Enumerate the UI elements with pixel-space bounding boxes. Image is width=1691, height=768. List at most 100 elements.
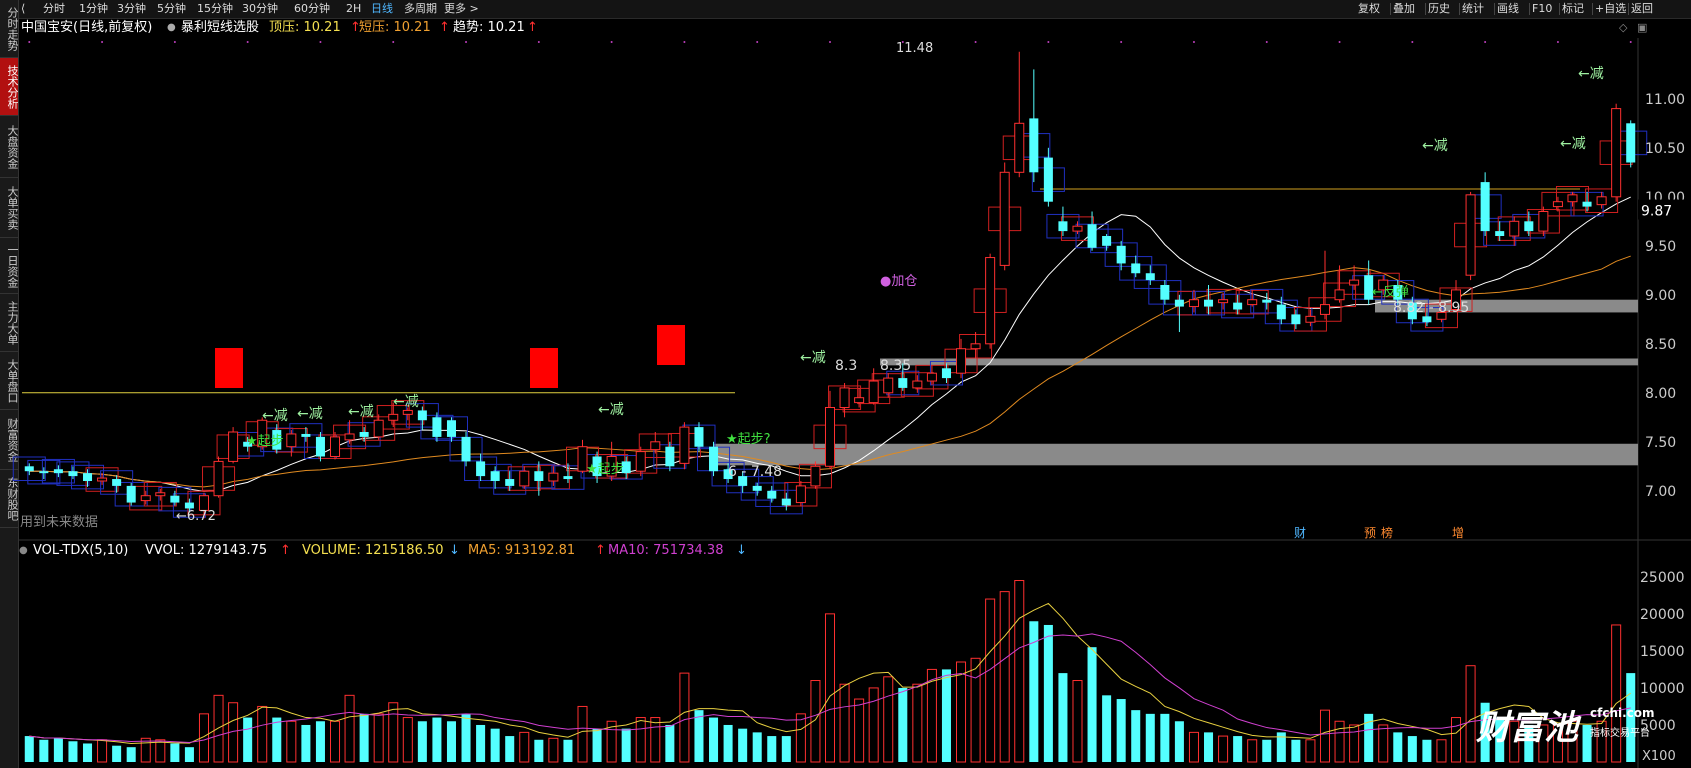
ma-line-white: [29, 196, 1631, 492]
stock-title[interactable]: 中国宝安(日线,前复权): [21, 20, 152, 36]
volume-bar-up: [1305, 739, 1316, 763]
toolbar-right-8[interactable]: +自选: [1595, 1, 1626, 17]
settings-diamond-icon[interactable]: ◇: [1619, 20, 1627, 36]
period-4[interactable]: 5分钟: [157, 1, 186, 17]
candle-body-down: [1131, 263, 1141, 274]
toolbar-right-4[interactable]: 统计: [1462, 1, 1484, 17]
start-signal: ★起步: [586, 462, 624, 477]
trend-box: [522, 463, 556, 489]
candle-body-down: [781, 498, 791, 506]
volume-bar-down: [694, 710, 704, 762]
low-price-label: ←6.72: [176, 509, 216, 524]
candle-body-up: [402, 409, 413, 415]
candle-body-up: [97, 477, 108, 482]
sidebar-tab-4[interactable]: 大单买卖: [0, 178, 19, 238]
left-sidebar: 分时走势 技术分析 大盘资金 大单买卖 一日资金 主力大单 大单盘口 财富资金 东财股吧: [0, 0, 19, 768]
period-2[interactable]: 1分钟: [79, 1, 108, 17]
trend-box: [857, 379, 891, 405]
candle-body-down: [1422, 316, 1432, 323]
volume-bar-down: [170, 743, 180, 762]
indicator-dropdown-icon[interactable]: ●: [167, 20, 176, 36]
volume-bar-down: [24, 736, 34, 762]
trend-box: [493, 470, 527, 495]
indicator-name[interactable]: 暴利短线选股: [181, 20, 259, 36]
toolbar-right-5[interactable]: 画线: [1497, 1, 1519, 17]
trend-box: [638, 433, 672, 458]
toolbar-right-6[interactable]: F10: [1532, 1, 1552, 17]
toolbar-right-3[interactable]: 历史: [1428, 1, 1450, 17]
period-11[interactable]: 更多 >: [444, 1, 479, 17]
period-8[interactable]: 2H: [346, 1, 361, 17]
volume-bar-up: [1436, 739, 1447, 763]
toolbar-right-7[interactable]: 标记: [1562, 1, 1584, 17]
trend-box: [1264, 299, 1298, 325]
kline-chart[interactable]: 11.00 10.50 10.00 9.50 9.00 8.50 8.00 7.50 7.00 9…: [0, 0, 1691, 768]
volume-bar-up: [388, 702, 399, 763]
signal-block-3: [657, 325, 685, 365]
period-9[interactable]: 日线: [371, 1, 393, 17]
candle-body-up: [606, 456, 617, 477]
candle-body-down: [563, 476, 573, 480]
sidebar-tab-5[interactable]: 一日资金: [0, 238, 19, 294]
toolbar-right-2[interactable]: 叠加: [1393, 1, 1415, 17]
volume-bar-down: [723, 724, 733, 762]
trend-box: [1031, 167, 1065, 192]
period-5[interactable]: 15分钟: [197, 1, 233, 17]
volume-bar-up: [926, 668, 937, 763]
period-3[interactable]: 3分钟: [117, 1, 146, 17]
watermark-domain: cfchi.com: [1590, 706, 1655, 720]
candle-body-down: [1204, 299, 1214, 307]
zone3-label: 8.82 - 8.95: [1393, 300, 1469, 316]
volume-bar-down: [1058, 673, 1068, 762]
zone2-prefix: 8.3: [835, 358, 857, 374]
trend-box: [1352, 275, 1386, 300]
trend-box: [100, 470, 134, 495]
back-arrow-icon[interactable]: ⟨: [21, 1, 25, 17]
candle-body-up: [868, 380, 879, 404]
candle-body-down: [1116, 245, 1126, 264]
candle-body-up: [286, 433, 297, 448]
period-10[interactable]: 多周期: [404, 1, 437, 17]
period-6[interactable]: 30分钟: [242, 1, 278, 17]
add-position-signal: ●加仓: [880, 274, 917, 289]
volume-bar-up: [795, 713, 806, 763]
volume-indicator-name[interactable]: VOL-TDX(5,10): [33, 543, 128, 559]
zone2-label: 8.35: [880, 358, 911, 374]
volume-bar-up: [985, 598, 996, 763]
toolbar-right-1[interactable]: 复权: [1358, 1, 1380, 17]
trend-box: [1468, 194, 1502, 219]
volume-bar-down: [1393, 732, 1403, 762]
top-dot-marker: [465, 41, 468, 43]
candle-body-down: [1524, 221, 1534, 232]
candle-body-down: [1364, 275, 1374, 300]
sidebar-tab-6[interactable]: 主力大单: [0, 294, 19, 352]
toolbar-separator: [1390, 3, 1391, 15]
period-7[interactable]: 60分钟: [294, 1, 330, 17]
candle-body-up: [1611, 108, 1622, 198]
sidebar-tab-9[interactable]: 东财股吧: [0, 470, 19, 528]
volume-bar-up: [810, 680, 821, 763]
toolbar-right-9[interactable]: 返回: [1631, 1, 1653, 17]
trend-box: [726, 468, 760, 494]
sidebar-tab-7[interactable]: 大单盘口: [0, 352, 19, 410]
trend-box: [1221, 293, 1255, 319]
candle-body-down: [1087, 224, 1097, 248]
sidebar-tab-1[interactable]: 分时走势: [0, 0, 19, 58]
sidebar-tab-2[interactable]: 技术分析: [0, 58, 19, 116]
trend-box: [1235, 289, 1269, 315]
top-dot-marker: [173, 41, 176, 43]
maximize-icon[interactable]: ▣: [1637, 20, 1647, 36]
trend-box: [973, 288, 1007, 313]
volume-bar-down: [563, 739, 573, 762]
volume-bar-down: [767, 736, 777, 762]
volume-dropdown-icon[interactable]: ●: [19, 543, 28, 559]
period-1[interactable]: 分时: [43, 1, 65, 17]
candle-body-down: [767, 490, 777, 499]
trend-box: [1395, 298, 1429, 324]
sidebar-tab-3[interactable]: 大盘资金: [0, 116, 19, 178]
sidebar-tab-8[interactable]: 财富资金: [0, 410, 19, 470]
event-marker-2: 预: [1364, 526, 1376, 540]
candle-body-up: [679, 426, 690, 464]
top-dot-marker: [28, 41, 31, 43]
event-marker-3: 榜: [1381, 525, 1393, 540]
